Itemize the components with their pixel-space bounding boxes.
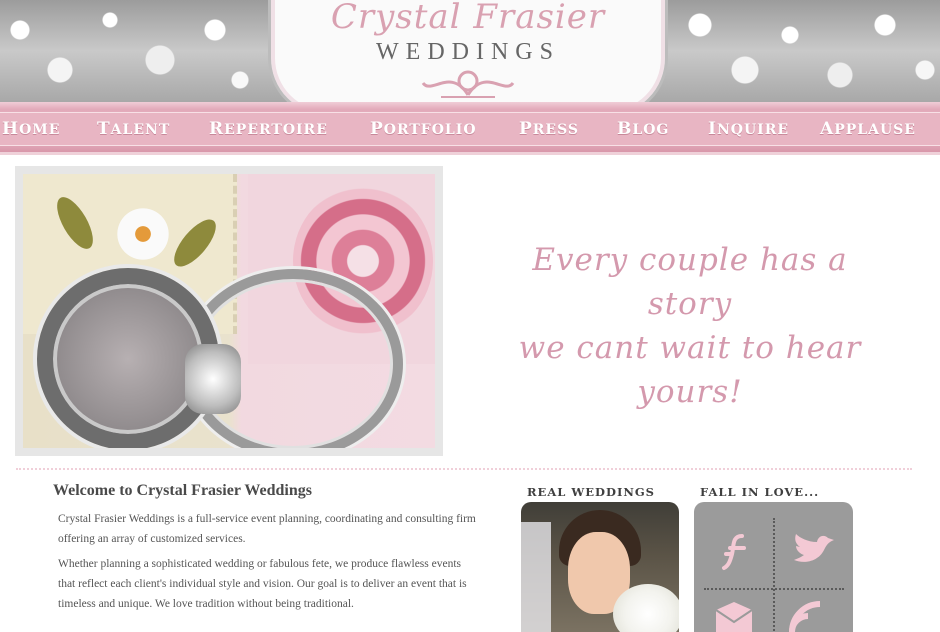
logo-weddings-text: WEDDINGS (376, 39, 560, 65)
section-divider (16, 468, 912, 470)
email-icon[interactable] (712, 598, 756, 632)
veil-shape (521, 522, 551, 632)
hero-photo-rings (23, 174, 435, 448)
hero-tagline: Every couple has a story we cant wait to… (500, 238, 880, 414)
logo-flourish-icon (421, 70, 515, 98)
nav-blog[interactable]: Blog (617, 119, 669, 139)
fall-in-love-heading: Fall in Love... (700, 485, 820, 499)
hero-photo-frame (15, 166, 443, 456)
tagline-line-1: Every couple has a story (532, 242, 848, 322)
welcome-paragraph-1: Crystal Frasier Weddings is a full-servi… (58, 513, 476, 545)
site-logo[interactable]: Crystal Frasier WEDDINGS (268, 0, 668, 102)
nav-press[interactable]: Press (519, 119, 579, 139)
twitter-icon[interactable] (790, 530, 836, 570)
real-weddings-heading[interactable]: Real Weddings (527, 485, 655, 499)
welcome-title: Welcome to Crystal Frasier Weddings (53, 482, 312, 499)
logo-script-text: Crystal Frasier (330, 0, 606, 37)
nav-portfolio[interactable]: Portfolio (370, 119, 477, 139)
tagline-line-3: yours! (637, 374, 743, 410)
nav-talent[interactable]: Talent (97, 119, 170, 139)
social-divider-horizontal (704, 588, 844, 590)
facebook-icon[interactable] (718, 532, 758, 572)
nav-home[interactable]: Home (2, 119, 60, 139)
white-flower-shape (113, 204, 173, 264)
social-links-panel (694, 502, 853, 632)
nav-repertoire[interactable]: Repertoire (209, 119, 328, 139)
nav-applause[interactable]: Applause (820, 119, 916, 139)
social-divider-vertical (773, 518, 775, 632)
welcome-paragraph-2: Whether planning a sophisticated wedding… (58, 558, 467, 610)
rss-icon[interactable] (786, 598, 826, 632)
nav-inquire[interactable]: Inquire (708, 119, 789, 139)
site-header: Crystal Frasier WEDDINGS (0, 0, 940, 102)
tagline-line-2: we cant wait to hear (518, 330, 862, 366)
diamond-shape (185, 344, 241, 414)
main-nav: Home Talent Repertoire Portfolio Press B… (0, 102, 940, 155)
real-weddings-photo[interactable] (521, 502, 679, 632)
